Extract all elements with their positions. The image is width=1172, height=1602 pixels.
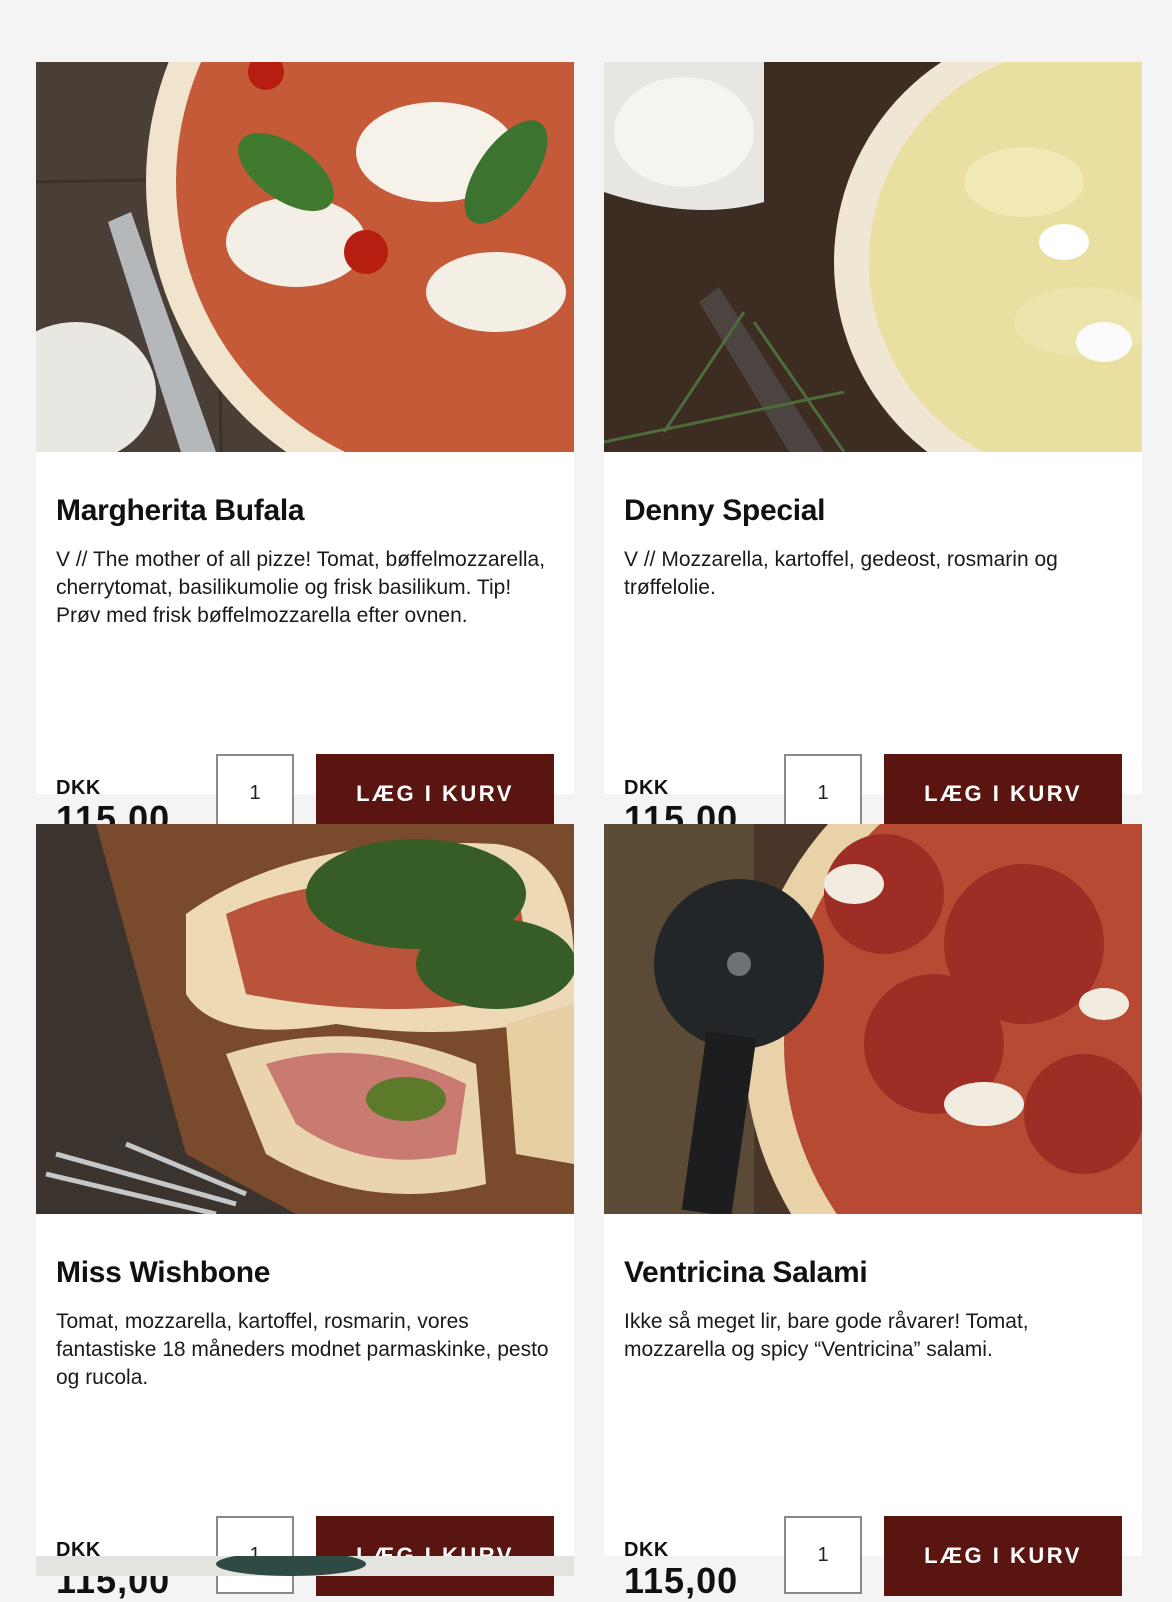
product-description: Ikke så meget lir, bare gode råvarer! To… bbox=[624, 1310, 1029, 1361]
quantity-input[interactable] bbox=[216, 754, 294, 832]
product-description: V // Mozzarella, kartoffel, gedeost, ros… bbox=[624, 548, 1058, 599]
product-image-ventricina[interactable] bbox=[604, 824, 1142, 1214]
product-card: Ventricina Salami Ikke så meget lir, bar… bbox=[604, 824, 1142, 1601]
price-currency: DKK bbox=[56, 777, 101, 799]
add-to-cart-button[interactable]: LÆG I KURV bbox=[884, 754, 1122, 834]
product-description: Tomat, mozzarella, kartoffel, rosmarin, … bbox=[56, 1310, 549, 1389]
price-currency: DKK bbox=[624, 777, 669, 799]
product-image-margherita[interactable] bbox=[36, 62, 574, 452]
price-block: DKK 115,00 bbox=[624, 1539, 738, 1602]
price-value: 115,00 bbox=[624, 1560, 739, 1601]
product-image-partial bbox=[216, 1556, 366, 1576]
product-card: Margherita Bufala V // The mother of all… bbox=[36, 62, 574, 839]
next-product-card-partial bbox=[36, 1556, 574, 1576]
quantity-input[interactable] bbox=[784, 1516, 862, 1594]
product-title: Denny Special bbox=[624, 494, 826, 527]
product-grid: Margherita Bufala V // The mother of all… bbox=[36, 62, 1142, 1601]
add-to-cart-button[interactable]: LÆG I KURV bbox=[316, 754, 554, 834]
product-image-miss-wishbone[interactable] bbox=[36, 824, 574, 1214]
product-title: Miss Wishbone bbox=[56, 1256, 271, 1289]
quantity-input[interactable] bbox=[784, 754, 862, 832]
product-image-denny[interactable] bbox=[604, 62, 1142, 452]
product-title: Margherita Bufala bbox=[56, 494, 305, 527]
add-to-cart-button[interactable]: LÆG I KURV bbox=[884, 1516, 1122, 1596]
product-card: Denny Special V // Mozzarella, kartoffel… bbox=[604, 62, 1142, 839]
product-title: Ventricina Salami bbox=[624, 1256, 868, 1289]
price-currency: DKK bbox=[624, 1539, 669, 1561]
quantity-input[interactable] bbox=[216, 1516, 294, 1594]
product-description: V // The mother of all pizze! Tomat, bøf… bbox=[56, 548, 546, 627]
product-card: Miss Wishbone Tomat, mozzarella, kartoff… bbox=[36, 824, 574, 1601]
